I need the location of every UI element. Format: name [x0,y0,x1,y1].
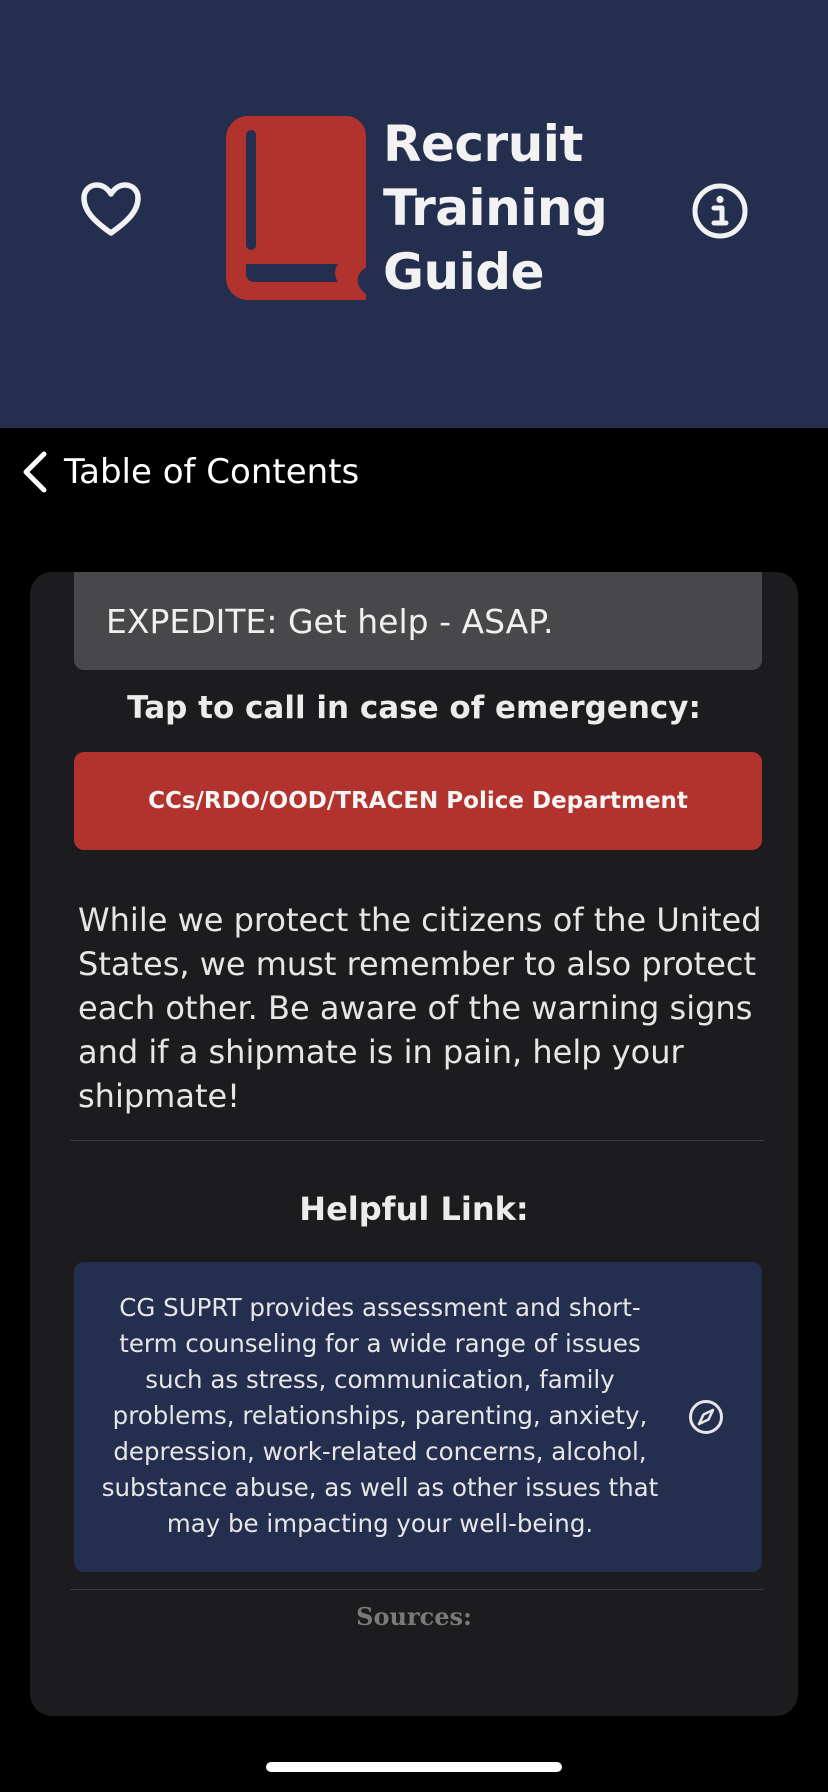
favorite-button[interactable] [78,178,144,240]
home-indicator[interactable] [266,1762,562,1772]
helpful-link-text: CG SUPRT provides assessment and short-t… [101,1293,659,1538]
emergency-heading: Tap to call in case of emergency: [127,690,701,726]
app-title-line: Recruit [383,115,583,173]
book-icon [226,116,376,302]
app-title-line: Training [383,179,608,237]
app-title-line: Guide [383,243,544,301]
app-header: Recruit Training Guide [0,0,828,428]
emergency-call-button[interactable]: CCs/RDO/OOD/TRACEN Police Department [74,752,762,850]
back-label: Table of Contents [64,452,360,492]
expedite-box: EXPEDITE: Get help - ASAP. [74,572,762,670]
content-card: EXPEDITE: Get help - ASAP. Tap to call i… [30,572,798,1716]
heart-icon [81,182,141,236]
screen: Recruit Training Guide Table of Contents… [0,0,828,1792]
info-button[interactable] [691,182,749,240]
sources-heading: Sources: [356,1602,472,1631]
app-title: Recruit Training Guide [383,112,643,304]
helpful-link-heading: Helpful Link: [299,1190,529,1228]
divider [70,1140,764,1141]
divider [70,1589,764,1590]
back-to-table-of-contents[interactable]: Table of Contents [20,446,359,498]
body-paragraph: While we protect the citizens of the Uni… [78,901,762,1115]
info-circle-icon [692,183,748,239]
compass-icon [689,1400,723,1434]
chevron-left-icon [23,451,47,493]
helpful-link-card[interactable]: CG SUPRT provides assessment and short-t… [74,1262,762,1572]
